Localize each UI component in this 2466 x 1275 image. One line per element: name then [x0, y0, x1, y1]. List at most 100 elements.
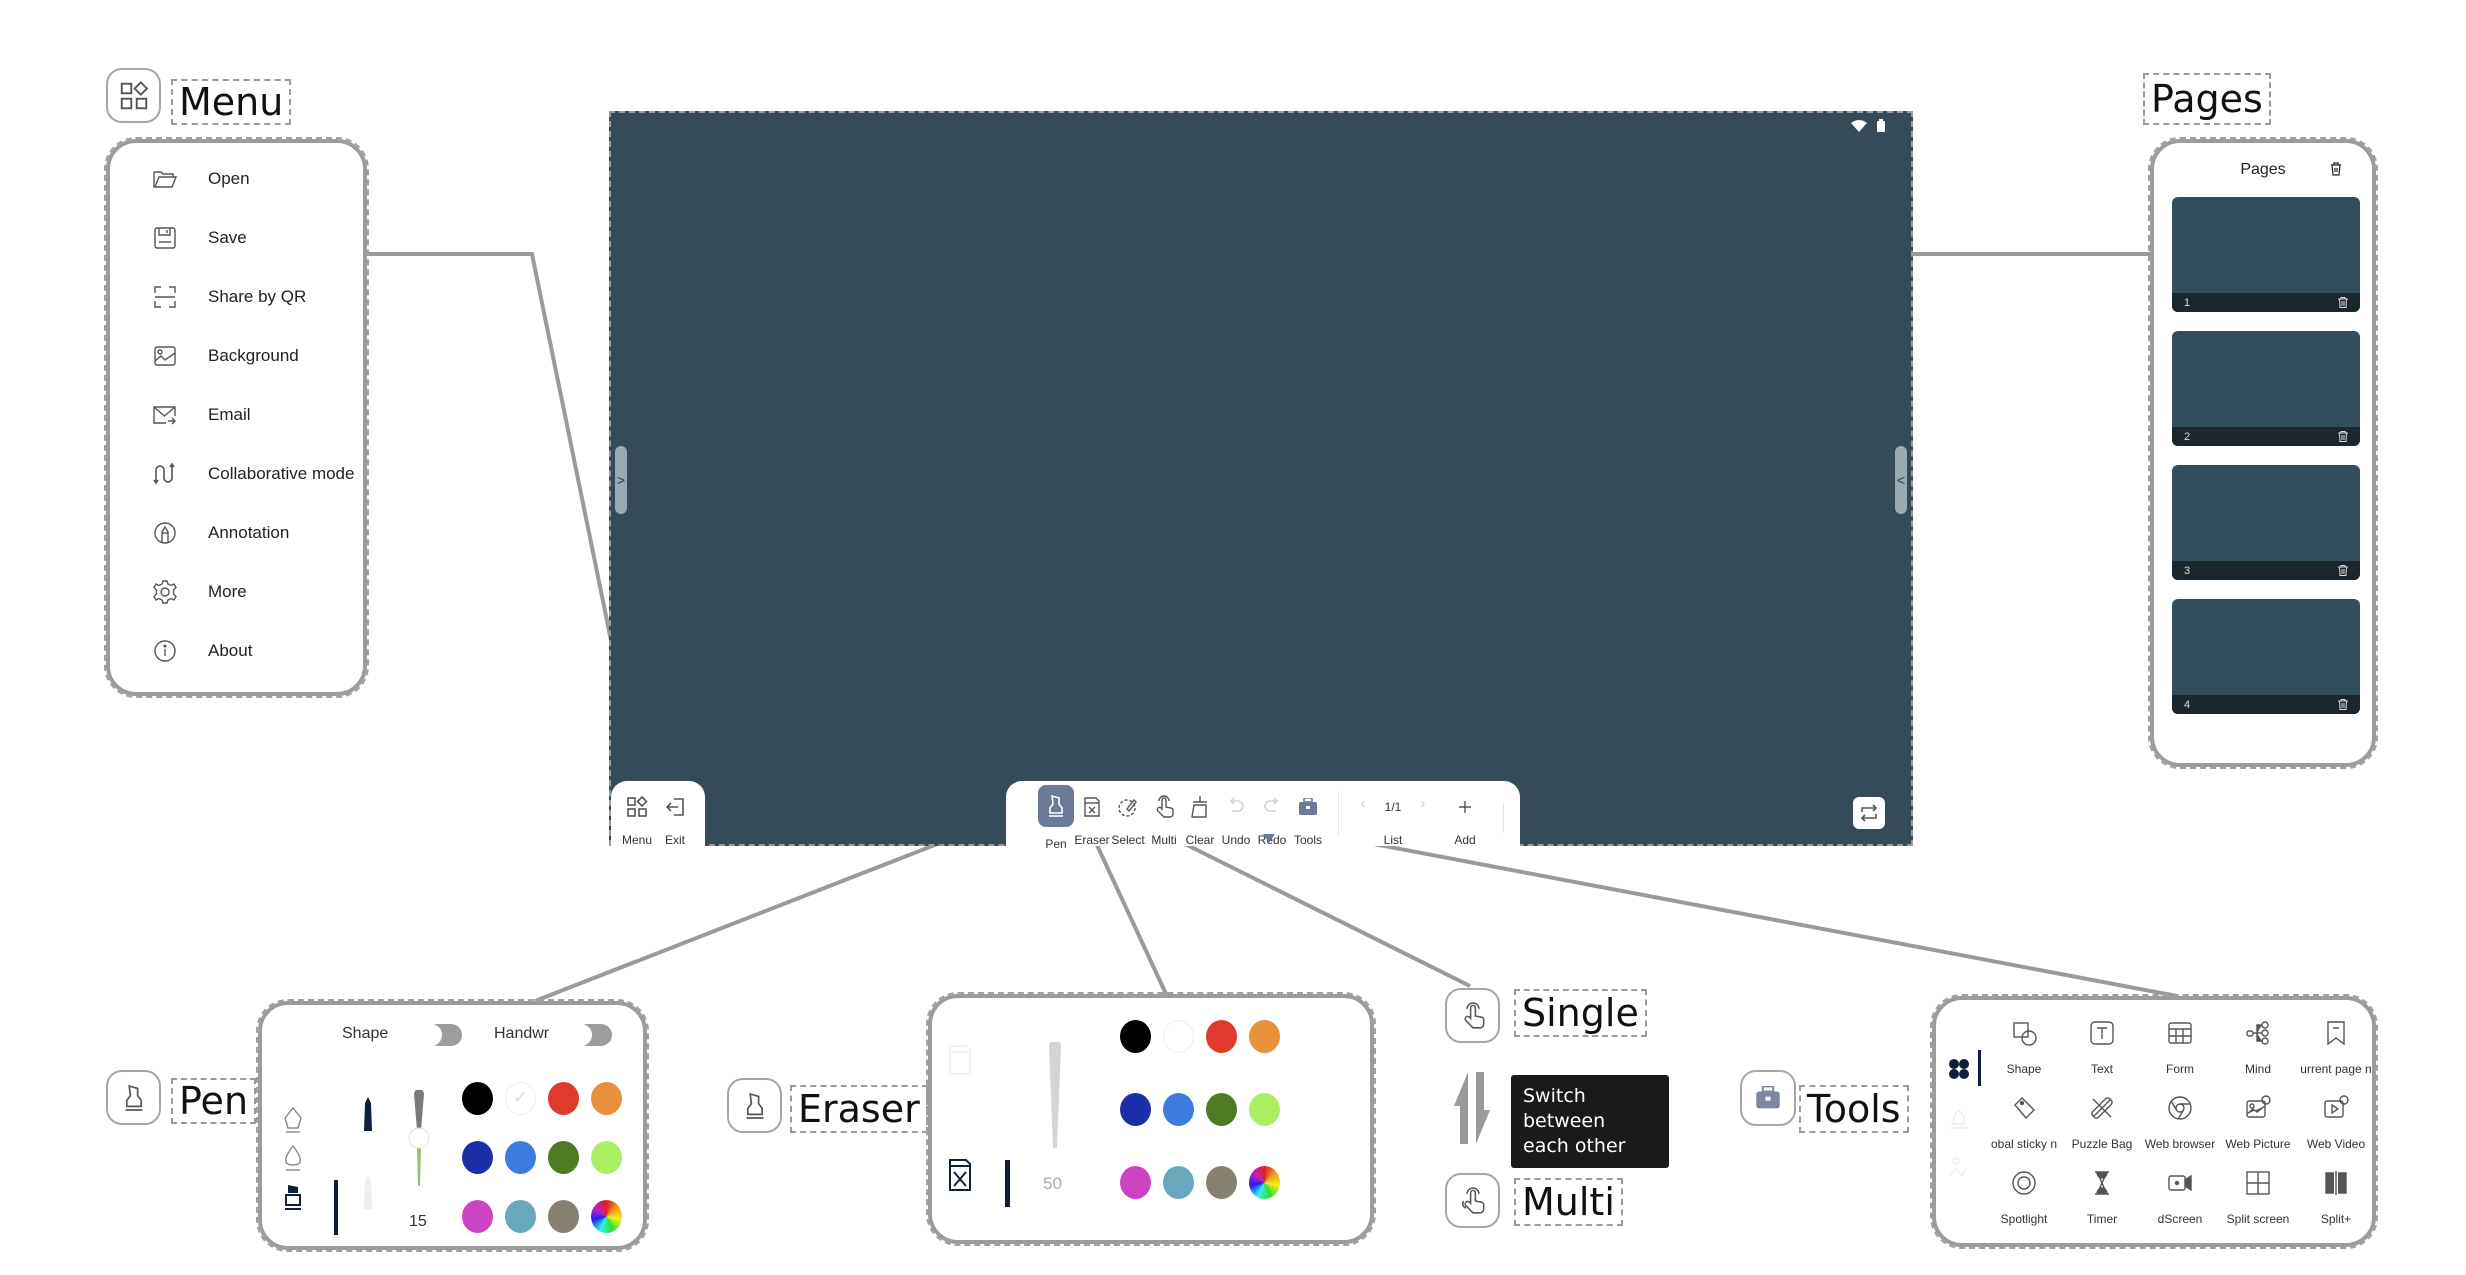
- eraser-color-swatch[interactable]: [1120, 1166, 1151, 1199]
- all-tools-category-icon[interactable]: [1948, 1058, 1970, 1080]
- swap-toolbar-button[interactable]: [1853, 797, 1885, 829]
- tool-spotlight[interactable]: Spotlight: [1984, 1168, 2064, 1226]
- tool-label: Split screen: [2226, 1212, 2290, 1226]
- ai-category-icon[interactable]: [1948, 1156, 1970, 1178]
- toolbar-expand-arrow[interactable]: [1263, 834, 1275, 843]
- menu-item-email[interactable]: Email: [150, 395, 251, 435]
- pen-tool-button[interactable]: Pen: [1038, 781, 1074, 851]
- whiteboard-canvas[interactable]: > < Menu Exit Pen Eraser Select Multi Cl…: [609, 111, 1913, 851]
- menu-item-save[interactable]: Save: [150, 218, 247, 258]
- tools-panel: Shape Text Form Mind urrent page n obal stick…: [1930, 994, 2378, 1249]
- record-icon: [2168, 1174, 2192, 1192]
- tool-bookmark[interactable]: urrent page n: [2296, 1018, 2376, 1076]
- menu-item-open[interactable]: Open: [150, 159, 250, 199]
- tool-web-video[interactable]: Web Video: [2296, 1093, 2376, 1151]
- eraser-color-swatch[interactable]: [1163, 1093, 1194, 1126]
- eraser-color-swatch[interactable]: [1163, 1020, 1194, 1053]
- tool-mindmap[interactable]: Mind: [2218, 1018, 2298, 1076]
- page-number: 2: [2184, 430, 2191, 443]
- eraser-color-swatch[interactable]: [1249, 1093, 1280, 1126]
- tool-label: Form: [2166, 1062, 2194, 1076]
- eraser-color-swatch[interactable]: [1206, 1020, 1237, 1053]
- tool-label: Puzzle Bag: [2071, 1137, 2133, 1151]
- eraser-tool-button[interactable]: Eraser: [1074, 781, 1110, 847]
- right-drawer-handle[interactable]: <: [1895, 446, 1907, 514]
- undo-button[interactable]: Undo: [1218, 781, 1254, 847]
- tool-record[interactable]: dScreen: [2140, 1168, 2220, 1226]
- menu-item-about[interactable]: About: [150, 631, 252, 671]
- tool-shape[interactable]: Shape: [1984, 1018, 2064, 1076]
- pen-color-swatch[interactable]: [462, 1082, 493, 1115]
- menu-item-collaborative[interactable]: Collaborative mode: [150, 454, 354, 494]
- select-tool-button[interactable]: Select: [1110, 781, 1146, 847]
- menu-item-share-qr[interactable]: Share by QR: [150, 277, 306, 317]
- tools-button[interactable]: Tools: [1290, 781, 1326, 847]
- pen-color-swatch[interactable]: [505, 1200, 536, 1233]
- menu-item-more[interactable]: More: [150, 572, 247, 612]
- full-eraser-icon[interactable]: [948, 1158, 972, 1192]
- page-list-button[interactable]: 1/1 List: [1373, 781, 1413, 847]
- pen-color-swatch[interactable]: [462, 1141, 493, 1174]
- shape-recognition-toggle[interactable]: [420, 1024, 462, 1046]
- tool-split-plus[interactable]: Split+: [2296, 1168, 2376, 1226]
- split-plus-icon: [2325, 1171, 2347, 1195]
- pen-color-swatch[interactable]: [548, 1200, 579, 1233]
- next-page-button[interactable]: ›: [1413, 781, 1433, 811]
- tool-browser[interactable]: Web browser: [2140, 1093, 2220, 1151]
- page-thumbnail[interactable]: 3: [2172, 465, 2360, 580]
- toolbox-icon: [1299, 798, 1317, 815]
- marker-pen-icon[interactable]: [282, 1183, 304, 1213]
- partial-eraser-icon[interactable]: [948, 1044, 972, 1076]
- left-drawer-handle[interactable]: >: [615, 446, 627, 514]
- add-page-button[interactable]: Add: [1445, 781, 1485, 847]
- eraser-color-swatch[interactable]: [1249, 1166, 1280, 1199]
- eraser-color-swatch[interactable]: [1206, 1166, 1237, 1199]
- eraser-color-swatch[interactable]: [1249, 1020, 1280, 1053]
- pen-color-swatch[interactable]: [591, 1200, 622, 1233]
- swap-icon: [1860, 804, 1878, 822]
- tool-puzzle-tools[interactable]: Puzzle Bag: [2062, 1093, 2142, 1151]
- tool-hourglass[interactable]: Timer: [2062, 1168, 2142, 1226]
- pen-color-swatch[interactable]: [548, 1141, 579, 1174]
- menu-button[interactable]: Menu: [619, 781, 655, 847]
- pen-color-swatch[interactable]: [591, 1082, 622, 1115]
- page-thumbnail[interactable]: 4: [2172, 599, 2360, 714]
- trash-icon[interactable]: [2338, 431, 2348, 442]
- clear-button[interactable]: Clear: [1182, 781, 1218, 847]
- page-thumbnail[interactable]: 1: [2172, 197, 2360, 312]
- info-icon: [154, 640, 176, 662]
- eraser-color-swatch[interactable]: [1120, 1020, 1151, 1053]
- trash-icon[interactable]: [2338, 699, 2348, 710]
- eraser-color-swatch[interactable]: [1120, 1093, 1151, 1126]
- pen-color-swatch[interactable]: [591, 1141, 622, 1174]
- trash-icon[interactable]: [2338, 297, 2348, 308]
- tool-tag[interactable]: obal sticky n: [1984, 1093, 2064, 1151]
- education-category-icon[interactable]: [1948, 1108, 1970, 1130]
- fountain-pen-icon[interactable]: [282, 1106, 304, 1136]
- pen-color-swatch[interactable]: [462, 1200, 493, 1233]
- eraser-color-swatch[interactable]: [1163, 1166, 1194, 1199]
- handwriting-toggle[interactable]: [570, 1024, 612, 1046]
- tool-split-screen[interactable]: Split screen: [2218, 1168, 2298, 1226]
- eraser-icon: [1084, 797, 1100, 817]
- menu-item-annotation[interactable]: Annotation: [150, 513, 289, 553]
- bookmark-icon: [2327, 1021, 2345, 1046]
- tool-web-picture[interactable]: Web Picture: [2218, 1093, 2298, 1151]
- brush-pen-icon[interactable]: [282, 1144, 304, 1174]
- eraser-size-slider[interactable]: [1046, 1042, 1064, 1150]
- pen-color-swatch[interactable]: [505, 1141, 536, 1174]
- pen-size-value: 15: [409, 1213, 427, 1230]
- eraser-thickness-preview: [1005, 1160, 1010, 1207]
- trash-icon[interactable]: [2338, 565, 2348, 576]
- tool-table[interactable]: Form: [2140, 1018, 2220, 1076]
- delete-all-pages-icon[interactable]: [2330, 162, 2342, 176]
- prev-page-button[interactable]: ‹: [1353, 781, 1373, 811]
- pen-size-slider[interactable]: [407, 1090, 431, 1190]
- tool-text[interactable]: Text: [2062, 1018, 2142, 1076]
- pen-color-swatch[interactable]: [548, 1082, 579, 1115]
- multi-touch-button[interactable]: Multi: [1146, 781, 1182, 847]
- eraser-color-swatch[interactable]: [1206, 1093, 1237, 1126]
- page-thumbnail[interactable]: 2: [2172, 331, 2360, 446]
- exit-button[interactable]: Exit: [657, 781, 693, 847]
- menu-item-background[interactable]: Background: [150, 336, 299, 376]
